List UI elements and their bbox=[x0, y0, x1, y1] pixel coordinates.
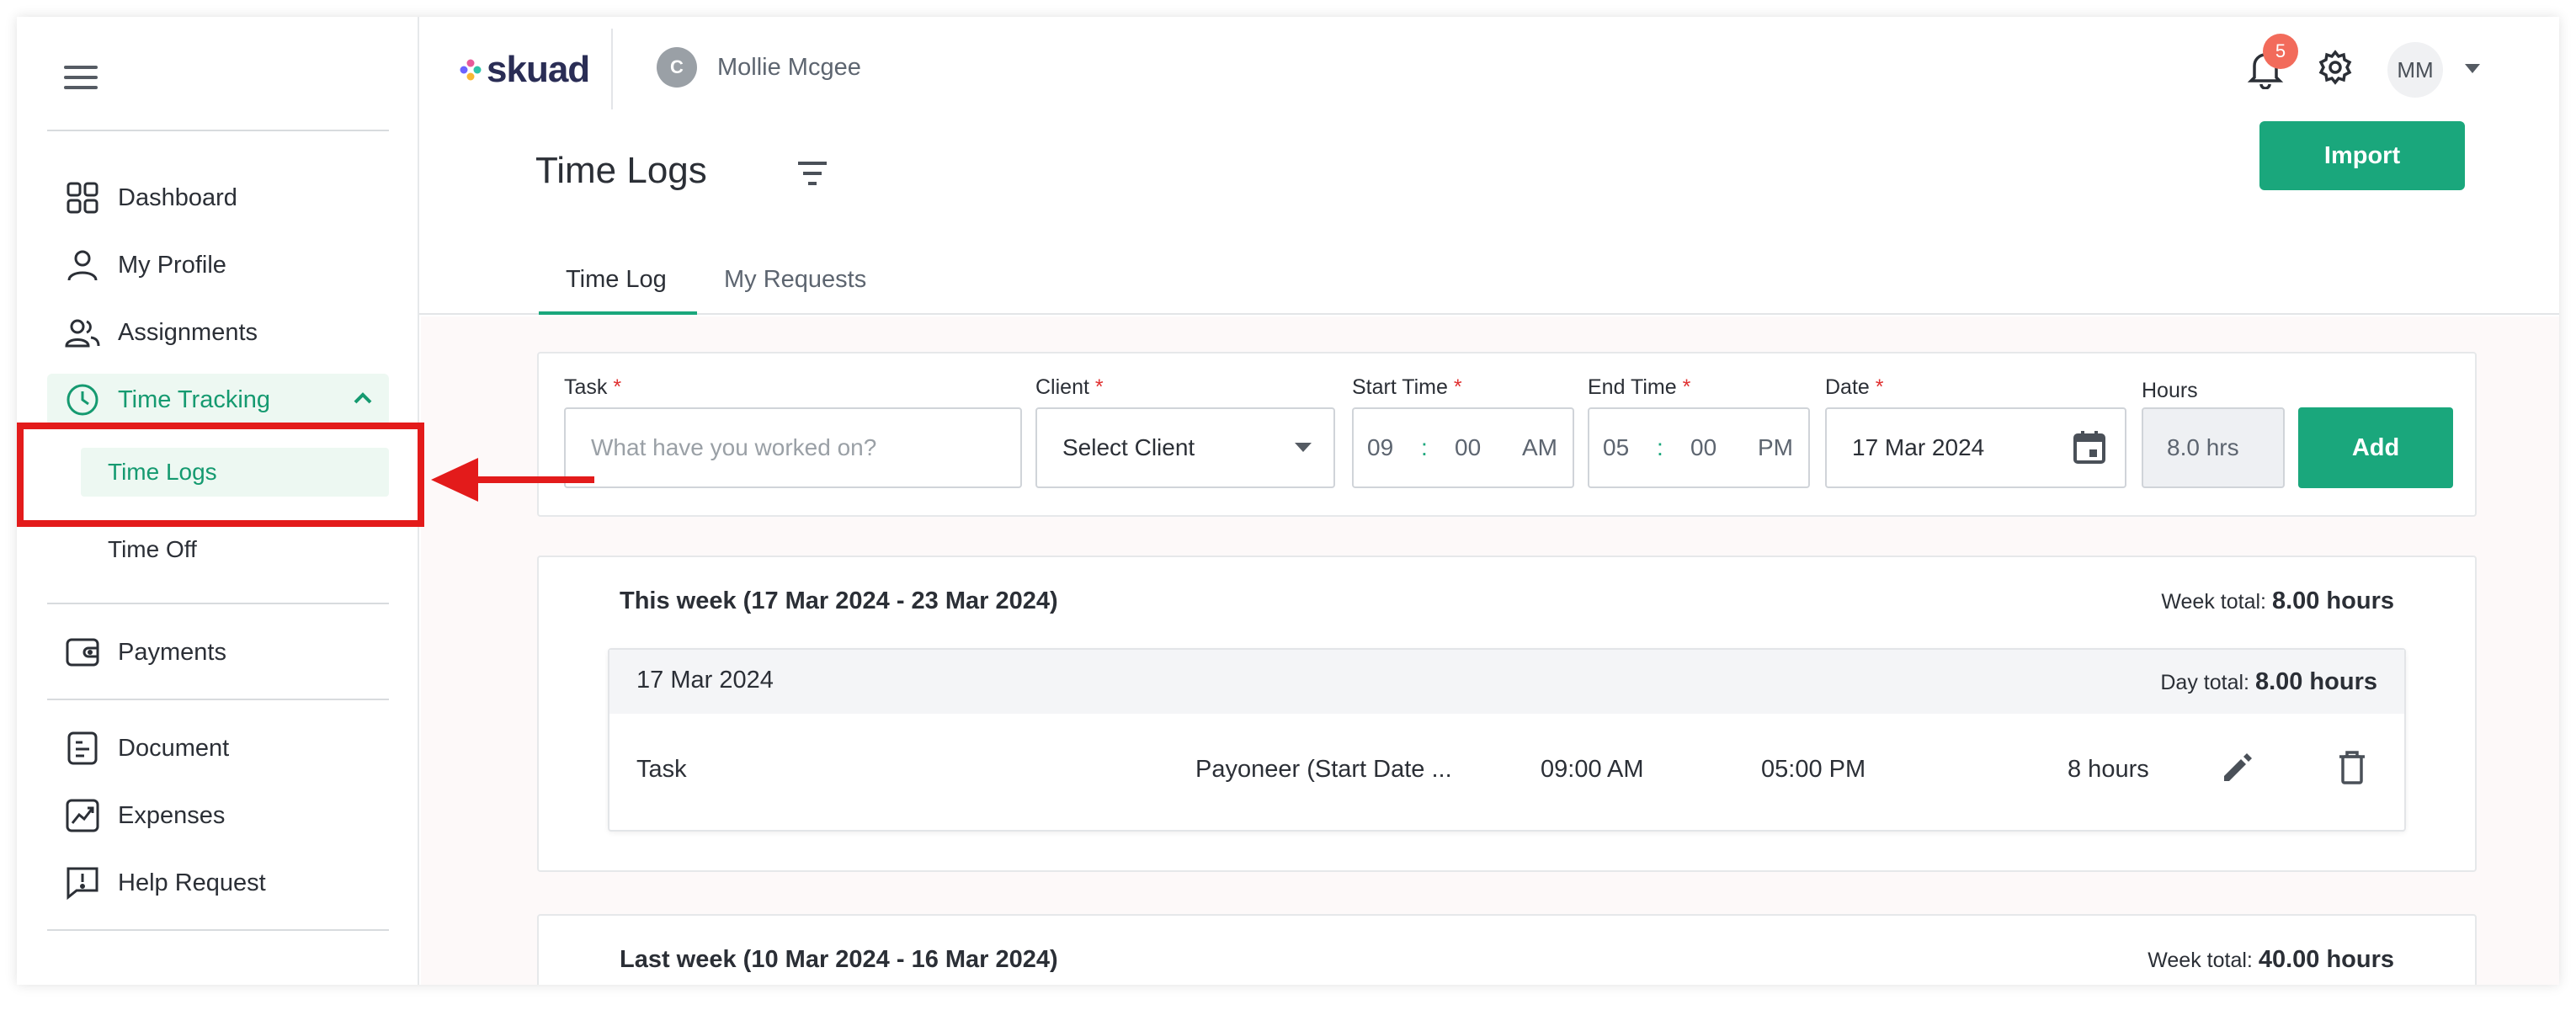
tab-my-requests[interactable]: My Requests bbox=[724, 258, 866, 302]
chevron-up-icon[interactable] bbox=[350, 385, 375, 417]
dropdown-caret-icon bbox=[1295, 443, 1312, 452]
top-bar: skuad C Mollie Mcgee 5 MM bbox=[419, 17, 2559, 143]
time-separator: : bbox=[1421, 434, 1428, 460]
user-avatar[interactable]: MM bbox=[2387, 42, 2443, 98]
week-title: Last week (10 Mar 2024 - 16 Mar 2024) bbox=[620, 946, 1058, 973]
entry-hours: 8 hours bbox=[2068, 756, 2149, 783]
sidebar-item-help-request[interactable]: Help Request bbox=[47, 857, 389, 909]
sidebar-item-expenses[interactable]: Expenses bbox=[47, 789, 389, 842]
sidebar-divider bbox=[47, 699, 389, 700]
entry-start-time: 09:00 AM bbox=[1541, 756, 1644, 783]
sidebar-item-label: Assignments bbox=[118, 318, 258, 346]
hamburger-menu-icon[interactable] bbox=[64, 66, 98, 91]
header-divider bbox=[611, 29, 613, 109]
end-time-label: End Time * bbox=[1588, 375, 1691, 399]
sidebar-item-label: Payments bbox=[118, 638, 226, 666]
start-hour[interactable]: 09 bbox=[1367, 409, 1393, 486]
time-separator: : bbox=[1657, 434, 1663, 460]
week-card: Last week (10 Mar 2024 - 16 Mar 2024) We… bbox=[537, 914, 2477, 985]
start-time-input[interactable]: 09 : 00 AM bbox=[1352, 407, 1574, 488]
start-time-label: Start Time * bbox=[1352, 375, 1462, 399]
main-content: Task * What have you worked on? Client *… bbox=[421, 316, 2559, 985]
date-label: Date * bbox=[1825, 375, 1884, 399]
tab-time-log[interactable]: Time Log bbox=[566, 258, 667, 302]
task-label: Task * bbox=[564, 375, 622, 399]
people-icon bbox=[64, 314, 101, 351]
active-tab-indicator bbox=[539, 311, 697, 315]
day-group: 17 Mar 2024 Day total: 8.00 hours Task P… bbox=[608, 648, 2406, 832]
client-select[interactable]: Select Client bbox=[1035, 407, 1335, 488]
chevron-down-icon[interactable] bbox=[2465, 64, 2480, 73]
sidebar-item-label: Help Request bbox=[118, 869, 266, 896]
date-input[interactable]: 17 Mar 2024 bbox=[1825, 407, 2126, 488]
entry-end-time: 05:00 PM bbox=[1761, 756, 1866, 783]
edit-pencil-icon[interactable] bbox=[2219, 749, 2256, 790]
sidebar-item-assignments[interactable]: Assignments bbox=[47, 306, 389, 359]
notification-badge: 5 bbox=[2263, 34, 2298, 69]
entry-client: Payoneer (Start Date ... bbox=[1195, 756, 1452, 783]
day-header: 17 Mar 2024 Day total: 8.00 hours bbox=[609, 650, 2404, 714]
sidebar-item-dashboard[interactable]: Dashboard bbox=[47, 172, 389, 224]
sidebar-item-label: Expenses bbox=[118, 801, 226, 829]
sidebar-item-label: Time Tracking bbox=[118, 385, 271, 413]
day-total: Day total: 8.00 hours bbox=[2160, 668, 2377, 695]
sidebar-subitem-time-off[interactable]: Time Off bbox=[81, 525, 389, 574]
logo-mark-icon bbox=[460, 59, 482, 81]
sidebar-item-label: Document bbox=[118, 734, 230, 762]
logo-text: skuad bbox=[487, 49, 590, 90]
person-icon bbox=[64, 247, 101, 284]
annotation-arrow-icon bbox=[431, 458, 596, 506]
skuad-logo[interactable]: skuad bbox=[460, 49, 590, 91]
wallet-icon bbox=[64, 634, 101, 671]
sidebar-item-time-tracking[interactable]: Time Tracking bbox=[47, 374, 389, 426]
calendar-icon[interactable] bbox=[2073, 429, 2106, 470]
help-chat-icon bbox=[64, 864, 101, 901]
chart-icon bbox=[64, 797, 101, 834]
week-title: This week (17 Mar 2024 - 23 Mar 2024) bbox=[620, 587, 1058, 614]
time-log-form: Task * What have you worked on? Client *… bbox=[537, 352, 2477, 517]
sidebar-divider bbox=[47, 130, 389, 131]
sidebar-item-label: My Profile bbox=[118, 251, 226, 279]
document-icon bbox=[64, 730, 101, 767]
client-name[interactable]: Mollie Mcgee bbox=[717, 54, 861, 82]
trash-icon[interactable] bbox=[2335, 749, 2369, 790]
sidebar-item-label: Dashboard bbox=[118, 183, 237, 211]
client-label: Client * bbox=[1035, 375, 1104, 399]
sidebar-item-payments[interactable]: Payments bbox=[47, 626, 389, 678]
add-button[interactable]: Add bbox=[2298, 407, 2453, 488]
end-time-input[interactable]: 05 : 00 PM bbox=[1588, 407, 1810, 488]
end-minute[interactable]: 00 bbox=[1690, 409, 1716, 486]
sidebar-item-my-profile[interactable]: My Profile bbox=[47, 239, 389, 291]
import-button[interactable]: Import bbox=[2259, 121, 2465, 190]
sidebar-subitem-label: Time Off bbox=[108, 536, 197, 562]
start-ampm[interactable]: AM bbox=[1522, 409, 1557, 486]
gear-icon[interactable] bbox=[2317, 49, 2354, 90]
page-title: Time Logs bbox=[535, 150, 707, 191]
day-date: 17 Mar 2024 bbox=[636, 667, 774, 694]
sidebar-divider bbox=[47, 929, 389, 931]
tab-bar: Time Log My Requests bbox=[419, 242, 2559, 315]
week-total: Week total: 40.00 hours bbox=[2148, 946, 2394, 973]
task-input[interactable]: What have you worked on? bbox=[564, 407, 1022, 488]
hours-label: Hours bbox=[2142, 379, 2198, 402]
sidebar-item-document[interactable]: Document bbox=[47, 722, 389, 774]
hours-display: 8.0 hrs bbox=[2142, 407, 2285, 488]
filter-icon[interactable] bbox=[795, 158, 830, 193]
clock-icon bbox=[64, 381, 101, 418]
end-ampm[interactable]: PM bbox=[1758, 409, 1793, 486]
grid-icon bbox=[64, 179, 101, 216]
end-hour[interactable]: 05 bbox=[1603, 409, 1629, 486]
annotation-highlight-box bbox=[17, 423, 424, 527]
week-card: This week (17 Mar 2024 - 23 Mar 2024) We… bbox=[537, 556, 2477, 872]
start-minute[interactable]: 00 bbox=[1455, 409, 1481, 486]
week-total: Week total: 8.00 hours bbox=[2161, 587, 2394, 614]
sidebar-divider bbox=[47, 603, 389, 604]
client-avatar: C bbox=[657, 47, 697, 88]
entry-task: Task bbox=[636, 756, 687, 783]
